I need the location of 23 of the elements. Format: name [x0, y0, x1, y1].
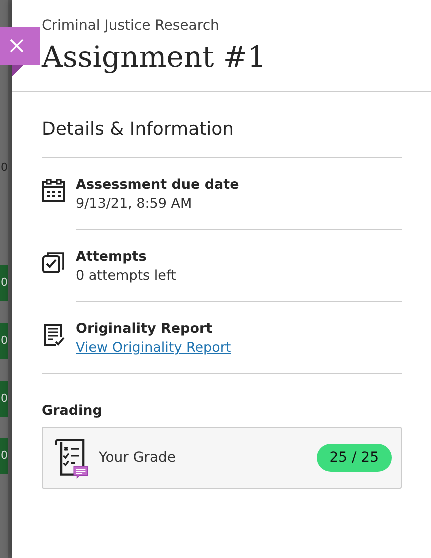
close-button[interactable] [0, 27, 40, 65]
grading-heading: Grading [42, 402, 104, 420]
item-label: Assessment due date [76, 176, 240, 195]
item-value: 0 attempts left [76, 267, 176, 286]
course-name: Criminal Justice Research [42, 17, 220, 35]
report-link[interactable]: View Originality Report [76, 339, 232, 358]
grade-cell: 0 [0, 265, 8, 301]
assignment-title: Assignment #1 [42, 39, 268, 76]
item-value: 9/13/21, 8:59 AM [76, 195, 192, 214]
grade-cell: 0 [0, 438, 8, 474]
grade-pill: 25 / 25 [316, 444, 392, 472]
calendar-icon [42, 179, 66, 203]
document-check-icon [42, 323, 66, 347]
item-label: Originality Report [76, 320, 213, 339]
grade-label: Your Grade [99, 450, 178, 466]
grade-sheet-icon [53, 437, 89, 479]
grade-cell: 0 [0, 323, 8, 359]
section-heading: Details & Information [42, 117, 402, 158]
checkbox-stack-icon [42, 251, 66, 275]
grade-cell: 0 [0, 381, 8, 417]
close-icon [9, 38, 25, 54]
item-label: Attempts [76, 248, 147, 267]
fold-corner [12, 65, 24, 77]
